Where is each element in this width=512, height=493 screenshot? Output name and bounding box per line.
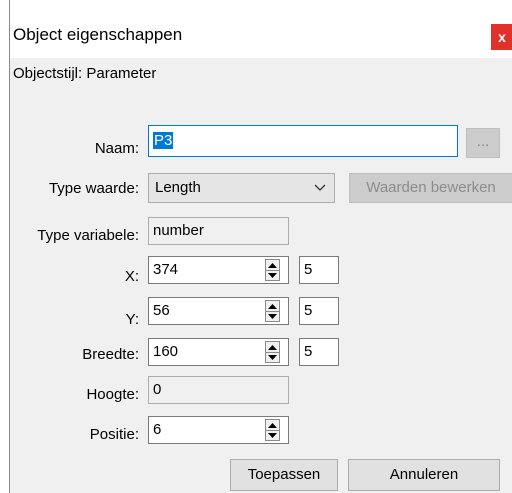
x-label: X: (124, 268, 139, 285)
close-button[interactable]: x (491, 24, 512, 50)
x-spin-down-icon[interactable] (266, 270, 279, 281)
hoogte-label: Hoogte: (86, 386, 139, 403)
naam-value: P3 (153, 132, 174, 149)
y-spin-down-icon[interactable] (266, 311, 279, 322)
cancel-button[interactable]: Annuleren (348, 459, 500, 491)
positie-spin-up-icon[interactable] (266, 420, 279, 430)
object-style-label: Objectstijl: Parameter (13, 65, 157, 82)
dialog-title: Object eigenschappen (13, 25, 183, 44)
apply-button[interactable]: Toepassen (230, 459, 338, 491)
browse-button[interactable]: ... (466, 128, 500, 158)
x-step-input[interactable]: 5 (299, 256, 339, 284)
type-variabele-field: number (148, 217, 289, 245)
breedte-spin-up-icon[interactable] (266, 342, 279, 352)
breedte-label: Breedte: (82, 346, 139, 363)
naam-label: Naam: (94, 140, 139, 157)
x-spin-up-icon[interactable] (266, 260, 279, 270)
x-spinner[interactable] (265, 259, 280, 281)
breedte-step-input[interactable]: 5 (299, 338, 339, 366)
breedte-spin-down-icon[interactable] (266, 352, 279, 363)
y-label: Y: (125, 311, 139, 328)
breedte-spinner[interactable] (265, 341, 280, 363)
type-waarde-select[interactable]: Length (148, 173, 335, 203)
object-properties-dialog: Object eigenschappen x Objectstijl: Para… (9, 0, 512, 493)
edit-values-button[interactable]: Waarden bewerken (349, 173, 512, 203)
chevron-down-icon (314, 184, 326, 191)
hoogte-field: 0 (148, 376, 289, 404)
type-waarde-value: Length (155, 179, 201, 196)
y-step-input[interactable]: 5 (299, 297, 339, 325)
type-waarde-label: Type waarde: (48, 180, 139, 197)
title-bar[interactable]: Object eigenschappen x (10, 0, 512, 58)
y-spinner[interactable] (265, 300, 280, 322)
positie-label: Positie: (89, 426, 139, 443)
positie-spinner[interactable] (265, 419, 280, 441)
positie-spin-down-icon[interactable] (266, 430, 279, 441)
naam-input[interactable]: P3 (148, 125, 458, 157)
y-spin-up-icon[interactable] (266, 301, 279, 311)
type-variabele-label: Type variabele: (37, 227, 139, 244)
